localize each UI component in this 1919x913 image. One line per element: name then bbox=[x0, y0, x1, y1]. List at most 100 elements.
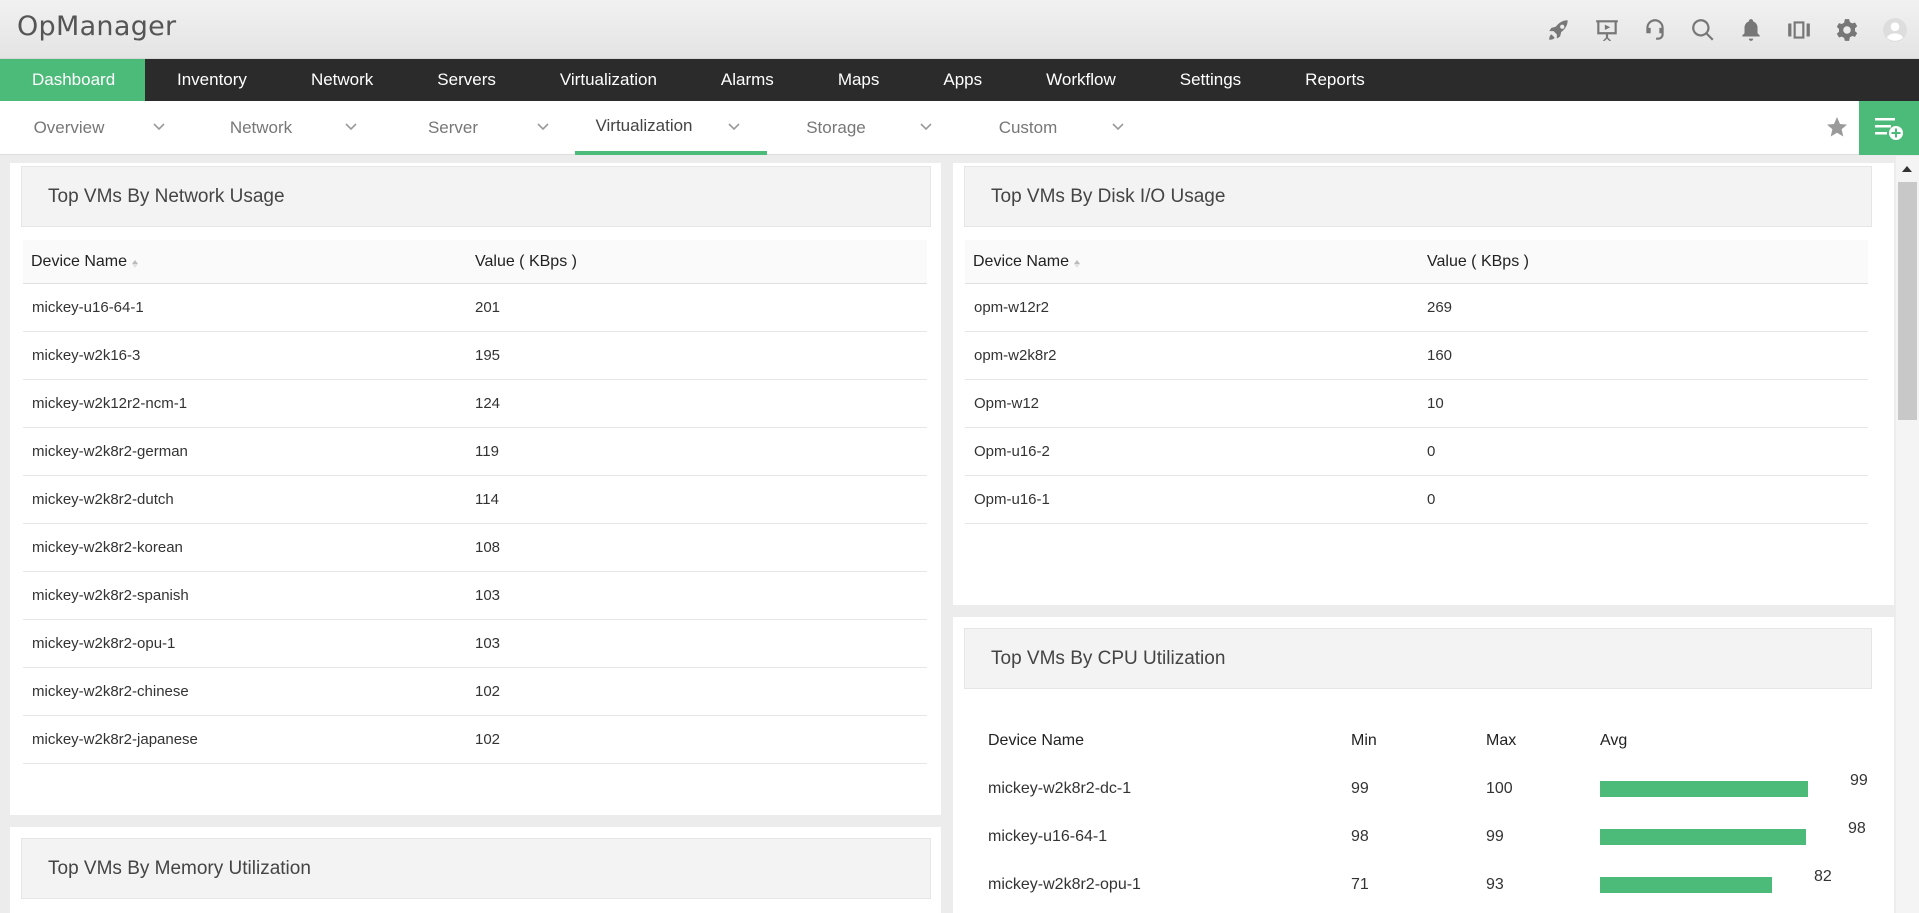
table-row[interactable]: mickey-w2k8r2-japanese 102 bbox=[23, 716, 927, 764]
scroll-up-arrow-icon[interactable] bbox=[1900, 161, 1914, 172]
widget-title[interactable]: Top VMs By Memory Utilization bbox=[21, 838, 931, 899]
col-device-name[interactable]: Device Name bbox=[965, 253, 1427, 271]
device-name-cell[interactable]: Opm-u16-1 bbox=[965, 491, 1427, 508]
film-icon[interactable] bbox=[1775, 0, 1823, 59]
table-row[interactable]: opm-w2k8r2 160 bbox=[965, 332, 1868, 380]
device-name-cell[interactable]: Opm-w12 bbox=[965, 395, 1427, 412]
chevron-down-icon[interactable] bbox=[344, 118, 364, 138]
table-row[interactable]: mickey-w2k12r2-ncm-1 124 bbox=[23, 380, 927, 428]
value-cell: 195 bbox=[475, 347, 501, 364]
device-name-cell[interactable]: opm-w2k8r2 bbox=[965, 347, 1427, 364]
tab-overview[interactable]: Overview bbox=[0, 101, 192, 155]
col-device-name: Device Name bbox=[988, 732, 1085, 749]
avg-value-label: 82 bbox=[1814, 868, 1832, 885]
device-name-cell[interactable]: mickey-w2k8r2-dutch bbox=[23, 491, 475, 508]
device-name-cell[interactable]: mickey-w2k8r2-german bbox=[23, 443, 475, 460]
rocket-icon[interactable] bbox=[1535, 0, 1583, 59]
chevron-down-icon[interactable] bbox=[1111, 118, 1131, 138]
col-device-name[interactable]: Device Name bbox=[23, 253, 475, 271]
bell-icon[interactable] bbox=[1727, 0, 1775, 59]
user-avatar-icon[interactable] bbox=[1871, 0, 1919, 59]
widget-title[interactable]: Top VMs By Disk I/O Usage bbox=[964, 166, 1872, 227]
menu-alarms[interactable]: Alarms bbox=[689, 59, 806, 101]
value-cell: 102 bbox=[475, 731, 501, 748]
device-name-cell[interactable]: mickey-w2k12r2-ncm-1 bbox=[23, 395, 475, 412]
menu-inventory[interactable]: Inventory bbox=[145, 59, 279, 101]
app-logo[interactable]: OpManager bbox=[17, 11, 176, 42]
favorite-star-icon[interactable] bbox=[1825, 115, 1851, 141]
sort-icon[interactable] bbox=[1073, 256, 1081, 269]
value-cell: 160 bbox=[1427, 347, 1453, 364]
device-name-cell[interactable]: Opm-u16-2 bbox=[965, 443, 1427, 460]
device-name-cell[interactable]: opm-w12r2 bbox=[965, 299, 1427, 316]
presentation-icon[interactable] bbox=[1583, 0, 1631, 59]
value-cell: 119 bbox=[475, 443, 499, 460]
menu-virtualization[interactable]: Virtualization bbox=[528, 59, 689, 101]
chevron-down-icon[interactable] bbox=[152, 118, 172, 138]
table-row[interactable]: mickey-w2k8r2-chinese 102 bbox=[23, 668, 927, 716]
widget-title[interactable]: Top VMs By CPU Utilization bbox=[964, 628, 1872, 689]
table-row[interactable]: mickey-w2k8r2-german 119 bbox=[23, 428, 927, 476]
menu-dashboard[interactable]: Dashboard bbox=[0, 59, 145, 101]
avg-bar bbox=[1600, 781, 1808, 797]
tab-label: Custom bbox=[998, 118, 1058, 137]
device-name-cell[interactable]: mickey-w2k16-3 bbox=[23, 347, 475, 364]
table-row[interactable]: mickey-w2k8r2-dutch 114 bbox=[23, 476, 927, 524]
min-cell: 99 bbox=[1351, 780, 1369, 797]
chevron-down-icon[interactable] bbox=[919, 118, 939, 138]
chevron-down-icon[interactable] bbox=[727, 118, 747, 138]
sort-icon[interactable] bbox=[131, 256, 139, 269]
device-name-cell[interactable]: mickey-w2k8r2-spanish bbox=[23, 587, 475, 604]
tab-storage[interactable]: Storage bbox=[767, 101, 959, 155]
device-name-cell[interactable]: mickey-w2k8r2-opu-1 bbox=[23, 635, 475, 652]
scrollbar-thumb[interactable] bbox=[1898, 182, 1917, 420]
value-cell: 0 bbox=[1427, 443, 1436, 460]
add-widget-icon bbox=[1875, 118, 1903, 140]
device-name-cell[interactable]: mickey-w2k8r2-korean bbox=[23, 539, 475, 556]
table-row[interactable]: mickey-w2k8r2-spanish 103 bbox=[23, 572, 927, 620]
table-row[interactable]: opm-w12r2 269 bbox=[965, 284, 1868, 332]
tab-server[interactable]: Server bbox=[384, 101, 576, 155]
device-name-cell[interactable]: mickey-w2k8r2-japanese bbox=[23, 731, 475, 748]
search-icon[interactable] bbox=[1679, 0, 1727, 59]
network-usage-table: Device Name Value ( KBps ) mickey-u16-64… bbox=[23, 240, 927, 764]
widget-title[interactable]: Top VMs By Network Usage bbox=[21, 166, 931, 227]
support-headset-icon[interactable] bbox=[1631, 0, 1679, 59]
device-name-cell[interactable]: mickey-w2k8r2-opu-1 bbox=[988, 876, 1141, 894]
col-value[interactable]: Value ( KBps ) bbox=[1427, 253, 1529, 271]
col-label: Device Name bbox=[31, 252, 128, 270]
table-row[interactable]: Opm-w12 10 bbox=[965, 380, 1868, 428]
table-row[interactable]: Opm-u16-1 0 bbox=[965, 476, 1868, 524]
device-name-cell[interactable]: mickey-w2k8r2-chinese bbox=[23, 683, 475, 700]
table-row[interactable]: mickey-u16-64-1 201 bbox=[23, 284, 927, 332]
device-name-cell[interactable]: mickey-u16-64-1 bbox=[23, 299, 475, 316]
min-cell: 98 bbox=[1351, 828, 1369, 845]
avg-value-label: 98 bbox=[1848, 820, 1866, 837]
menu-apps[interactable]: Apps bbox=[911, 59, 1014, 101]
device-name-cell[interactable]: mickey-u16-64-1 bbox=[988, 828, 1107, 846]
chevron-down-icon[interactable] bbox=[536, 118, 556, 138]
table-row[interactable]: mickey-w2k8r2-opu-1 103 bbox=[23, 620, 927, 668]
tab-label: Server bbox=[427, 118, 479, 137]
gear-icon[interactable] bbox=[1823, 0, 1871, 59]
menu-servers[interactable]: Servers bbox=[405, 59, 528, 101]
add-widget-button[interactable] bbox=[1859, 101, 1919, 155]
max-cell: 99 bbox=[1486, 828, 1504, 845]
table-row[interactable]: mickey-w2k16-3 195 bbox=[23, 332, 927, 380]
tab-custom[interactable]: Custom bbox=[959, 101, 1151, 155]
value-cell: 102 bbox=[475, 683, 501, 700]
tab-label: Overview bbox=[33, 118, 105, 137]
menu-maps[interactable]: Maps bbox=[806, 59, 912, 101]
menu-network[interactable]: Network bbox=[279, 59, 405, 101]
menu-settings[interactable]: Settings bbox=[1148, 59, 1273, 101]
col-value[interactable]: Value ( KBps ) bbox=[475, 253, 577, 271]
menu-reports[interactable]: Reports bbox=[1273, 59, 1397, 101]
tab-network[interactable]: Network bbox=[192, 101, 384, 155]
table-row[interactable]: mickey-w2k8r2-korean 108 bbox=[23, 524, 927, 572]
menu-workflow[interactable]: Workflow bbox=[1014, 59, 1148, 101]
value-cell: 103 bbox=[475, 587, 501, 604]
header-icons bbox=[1535, 0, 1919, 59]
device-name-cell[interactable]: mickey-w2k8r2-dc-1 bbox=[988, 780, 1131, 798]
table-row[interactable]: Opm-u16-2 0 bbox=[965, 428, 1868, 476]
tab-virtualization[interactable]: Virtualization bbox=[575, 101, 767, 155]
